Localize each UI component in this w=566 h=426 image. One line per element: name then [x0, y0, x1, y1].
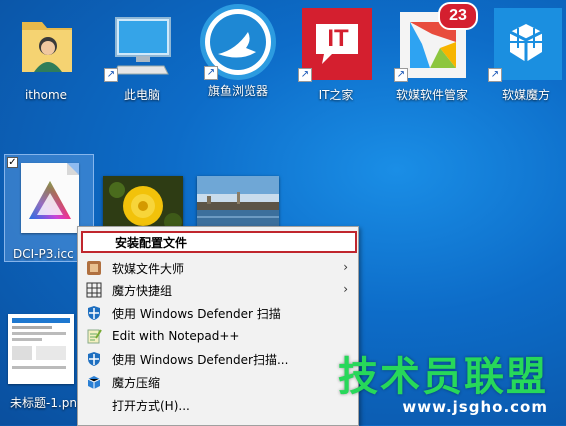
- selection-checkbox[interactable]: ✓: [7, 157, 18, 168]
- desktop-icon-software-manager[interactable]: 23 ↗ 软媒软件管家: [386, 2, 478, 102]
- defender-shield-icon: [86, 305, 102, 321]
- desktop: ithome ↗ 此电脑 ↗ 旗鱼浏览器 IT ↗ IT之家 23 ↗ 软媒软件…: [0, 0, 566, 426]
- computer-icon: ↗: [104, 8, 178, 82]
- file-label: DCI-P3.icc: [13, 247, 74, 261]
- defender-shield-icon: [86, 351, 102, 367]
- desktop-icon-ithome-app[interactable]: IT ↗ IT之家: [290, 8, 382, 102]
- notification-badge: 23: [438, 2, 478, 30]
- cube-icon: ↗: [488, 8, 562, 82]
- document-thumbnail: [8, 314, 74, 384]
- desktop-icon-label: IT之家: [318, 88, 354, 102]
- desktop-icon-label: 此电脑: [123, 88, 160, 102]
- menu-item-open-with[interactable]: 打开方式(H)...: [80, 394, 356, 416]
- file-label: 未标题-1.pn: [10, 396, 78, 410]
- icc-profile-icon: [21, 163, 79, 233]
- menu-item-cube-compress[interactable]: 魔方压缩: [80, 371, 356, 393]
- menu-item-defender-scan[interactable]: 使用 Windows Defender 扫描: [80, 302, 356, 324]
- user-folder-icon: [10, 8, 82, 80]
- menu-item-label: 软媒文件大师: [112, 261, 185, 276]
- menu-item-notepad-plus[interactable]: Edit with Notepad++: [80, 325, 356, 347]
- menu-item-label: Edit with Notepad++: [112, 329, 240, 343]
- desktop-icon-label: 软媒魔方: [501, 88, 550, 102]
- submenu-arrow-icon: ›: [343, 282, 348, 296]
- watermark-title: 技术员联盟: [338, 354, 548, 400]
- notepad-plus-icon: [86, 328, 102, 344]
- ithome-app-icon: IT ↗: [298, 8, 372, 82]
- image-file-untitled[interactable]: 未标题-1.pn: [4, 314, 78, 414]
- watermark-url: www.jsgho.com: [402, 398, 548, 416]
- menu-item-defender-scan-2[interactable]: 使用 Windows Defender扫描...: [80, 348, 356, 370]
- desktop-icon-sailfish-browser[interactable]: ↗ 旗鱼浏览器: [192, 4, 284, 98]
- compress-cube-icon: [86, 374, 102, 390]
- menu-item-install-profile[interactable]: 安装配置文件: [81, 231, 357, 253]
- shortcut-arrow-icon: ↗: [298, 68, 312, 82]
- grid-icon: [86, 282, 102, 298]
- shortcut-arrow-icon: ↗: [104, 68, 118, 82]
- shortcut-arrow-icon: ↗: [204, 66, 218, 80]
- submenu-arrow-icon: ›: [343, 260, 348, 274]
- desktop-icon-ithome[interactable]: ithome: [0, 8, 92, 102]
- desktop-icon-label: 旗鱼浏览器: [207, 84, 268, 98]
- menu-item-label: 魔方压缩: [112, 375, 161, 390]
- menu-item-label: 安装配置文件: [115, 235, 188, 250]
- watermark: 技术员联盟 www.jsgho.com: [338, 356, 548, 416]
- sailfish-browser-icon: ↗: [198, 2, 278, 82]
- software-manager-icon: 23 ↗: [394, 2, 478, 82]
- menu-item-cube-shortcuts[interactable]: 魔方快捷组 ›: [80, 279, 356, 301]
- file-master-icon: [86, 260, 102, 276]
- desktop-icon-label: ithome: [24, 88, 68, 102]
- image-thumbnail-city[interactable]: [197, 176, 279, 232]
- image-thumbnail-flower[interactable]: [103, 176, 183, 232]
- menu-item-file-master[interactable]: 软媒文件大师 ›: [80, 257, 356, 279]
- ithome-app-text: IT: [327, 25, 349, 52]
- desktop-icon-this-pc[interactable]: ↗ 此电脑: [96, 8, 188, 102]
- shortcut-arrow-icon: ↗: [488, 68, 502, 82]
- context-menu: 安装配置文件 软媒文件大师 › 魔方快捷组 › 使用 Windows Defen…: [77, 226, 359, 426]
- shortcut-arrow-icon: ↗: [394, 68, 408, 82]
- menu-item-label: 使用 Windows Defender扫描...: [112, 352, 289, 367]
- menu-item-label: 打开方式(H)...: [112, 398, 190, 413]
- menu-item-label: 魔方快捷组: [112, 283, 173, 298]
- desktop-icon-cube[interactable]: ↗ 软媒魔方: [480, 8, 566, 102]
- desktop-icon-label: 软媒软件管家: [395, 88, 468, 102]
- menu-item-label: 使用 Windows Defender 扫描: [112, 306, 281, 321]
